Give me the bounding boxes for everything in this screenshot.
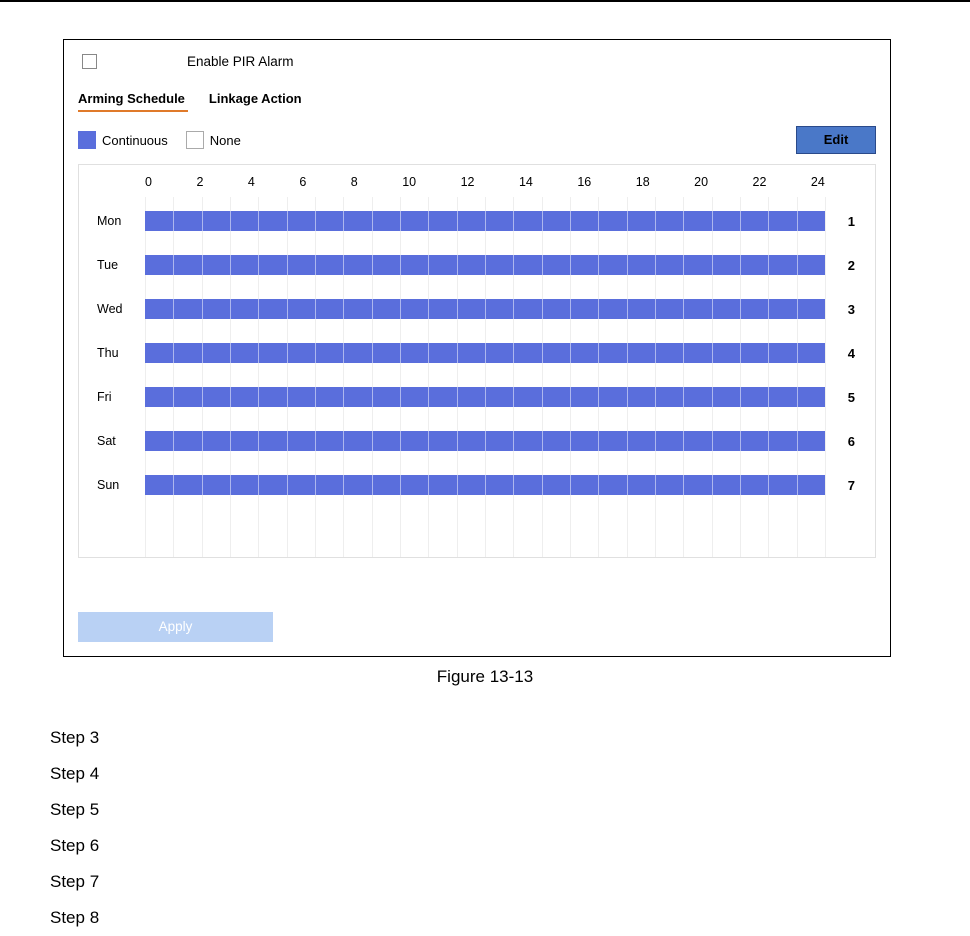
- schedule-bar[interactable]: [145, 211, 825, 231]
- hour-tick: 0: [145, 175, 152, 189]
- schedule-bar[interactable]: [145, 387, 825, 407]
- steps-list: Step 3Step 4Step 5Step 6Step 7Step 8: [50, 720, 99, 936]
- day-index: 7: [835, 478, 855, 493]
- legend-label-none: None: [210, 133, 241, 148]
- hour-tick: 22: [753, 175, 767, 189]
- hour-tick: 8: [351, 175, 358, 189]
- legend-swatch-none: [186, 131, 204, 149]
- schedule-bar[interactable]: [145, 299, 825, 319]
- tab-linkage-action[interactable]: Linkage Action: [209, 91, 302, 112]
- day-label: Mon: [97, 214, 137, 228]
- day-index: 6: [835, 434, 855, 449]
- schedule-bar[interactable]: [145, 475, 825, 495]
- step-item: Step 5: [50, 792, 99, 828]
- step-item: Step 8: [50, 900, 99, 936]
- hour-tick: 4: [248, 175, 255, 189]
- schedule-row[interactable]: Mon1: [145, 199, 825, 243]
- schedule-row[interactable]: Wed3: [145, 287, 825, 331]
- enable-row: Enable PIR Alarm: [78, 54, 876, 69]
- day-label: Fri: [97, 390, 137, 404]
- hour-tick: 24: [811, 175, 825, 189]
- hour-tick: 12: [461, 175, 475, 189]
- hour-tick: 14: [519, 175, 533, 189]
- day-label: Sun: [97, 478, 137, 492]
- schedule-row[interactable]: Thu4: [145, 331, 825, 375]
- schedule-bar[interactable]: [145, 431, 825, 451]
- day-index: 5: [835, 390, 855, 405]
- day-index: 4: [835, 346, 855, 361]
- hour-tick: 6: [299, 175, 306, 189]
- figure-caption: Figure 13-13: [0, 667, 970, 687]
- day-index: 2: [835, 258, 855, 273]
- hour-tick: 20: [694, 175, 708, 189]
- day-index: 3: [835, 302, 855, 317]
- hour-tick: 2: [196, 175, 203, 189]
- schedule-row[interactable]: Sat6: [145, 419, 825, 463]
- enable-pir-label: Enable PIR Alarm: [187, 54, 294, 69]
- tab-arming-schedule[interactable]: Arming Schedule: [78, 91, 185, 112]
- hour-tick: 18: [636, 175, 650, 189]
- hours-header: 024681012141618202224: [145, 175, 825, 189]
- day-label: Tue: [97, 258, 137, 272]
- pir-alarm-panel: Enable PIR Alarm Arming Schedule Linkage…: [63, 39, 891, 657]
- enable-pir-checkbox[interactable]: [82, 54, 97, 69]
- step-item: Step 4: [50, 756, 99, 792]
- schedule-row[interactable]: Tue2: [145, 243, 825, 287]
- day-index: 1: [835, 214, 855, 229]
- apply-button[interactable]: Apply: [78, 612, 273, 642]
- step-item: Step 6: [50, 828, 99, 864]
- legend-swatch-continuous: [78, 131, 96, 149]
- schedule-bar[interactable]: [145, 255, 825, 275]
- step-item: Step 3: [50, 720, 99, 756]
- hour-tick: 10: [402, 175, 416, 189]
- legend-label-continuous: Continuous: [102, 133, 168, 148]
- legend-row: Continuous None Edit: [78, 126, 876, 154]
- edit-button[interactable]: Edit: [796, 126, 876, 154]
- schedule-row[interactable]: Sun7: [145, 463, 825, 507]
- day-label: Wed: [97, 302, 137, 316]
- day-label: Sat: [97, 434, 137, 448]
- schedule-row[interactable]: Fri5: [145, 375, 825, 419]
- tabs: Arming Schedule Linkage Action: [78, 91, 876, 112]
- day-label: Thu: [97, 346, 137, 360]
- schedule-bar[interactable]: [145, 343, 825, 363]
- step-item: Step 7: [50, 864, 99, 900]
- schedule-grid: 024681012141618202224 Mon1Tue2Wed3Thu4Fr…: [78, 164, 876, 558]
- hour-tick: 16: [577, 175, 591, 189]
